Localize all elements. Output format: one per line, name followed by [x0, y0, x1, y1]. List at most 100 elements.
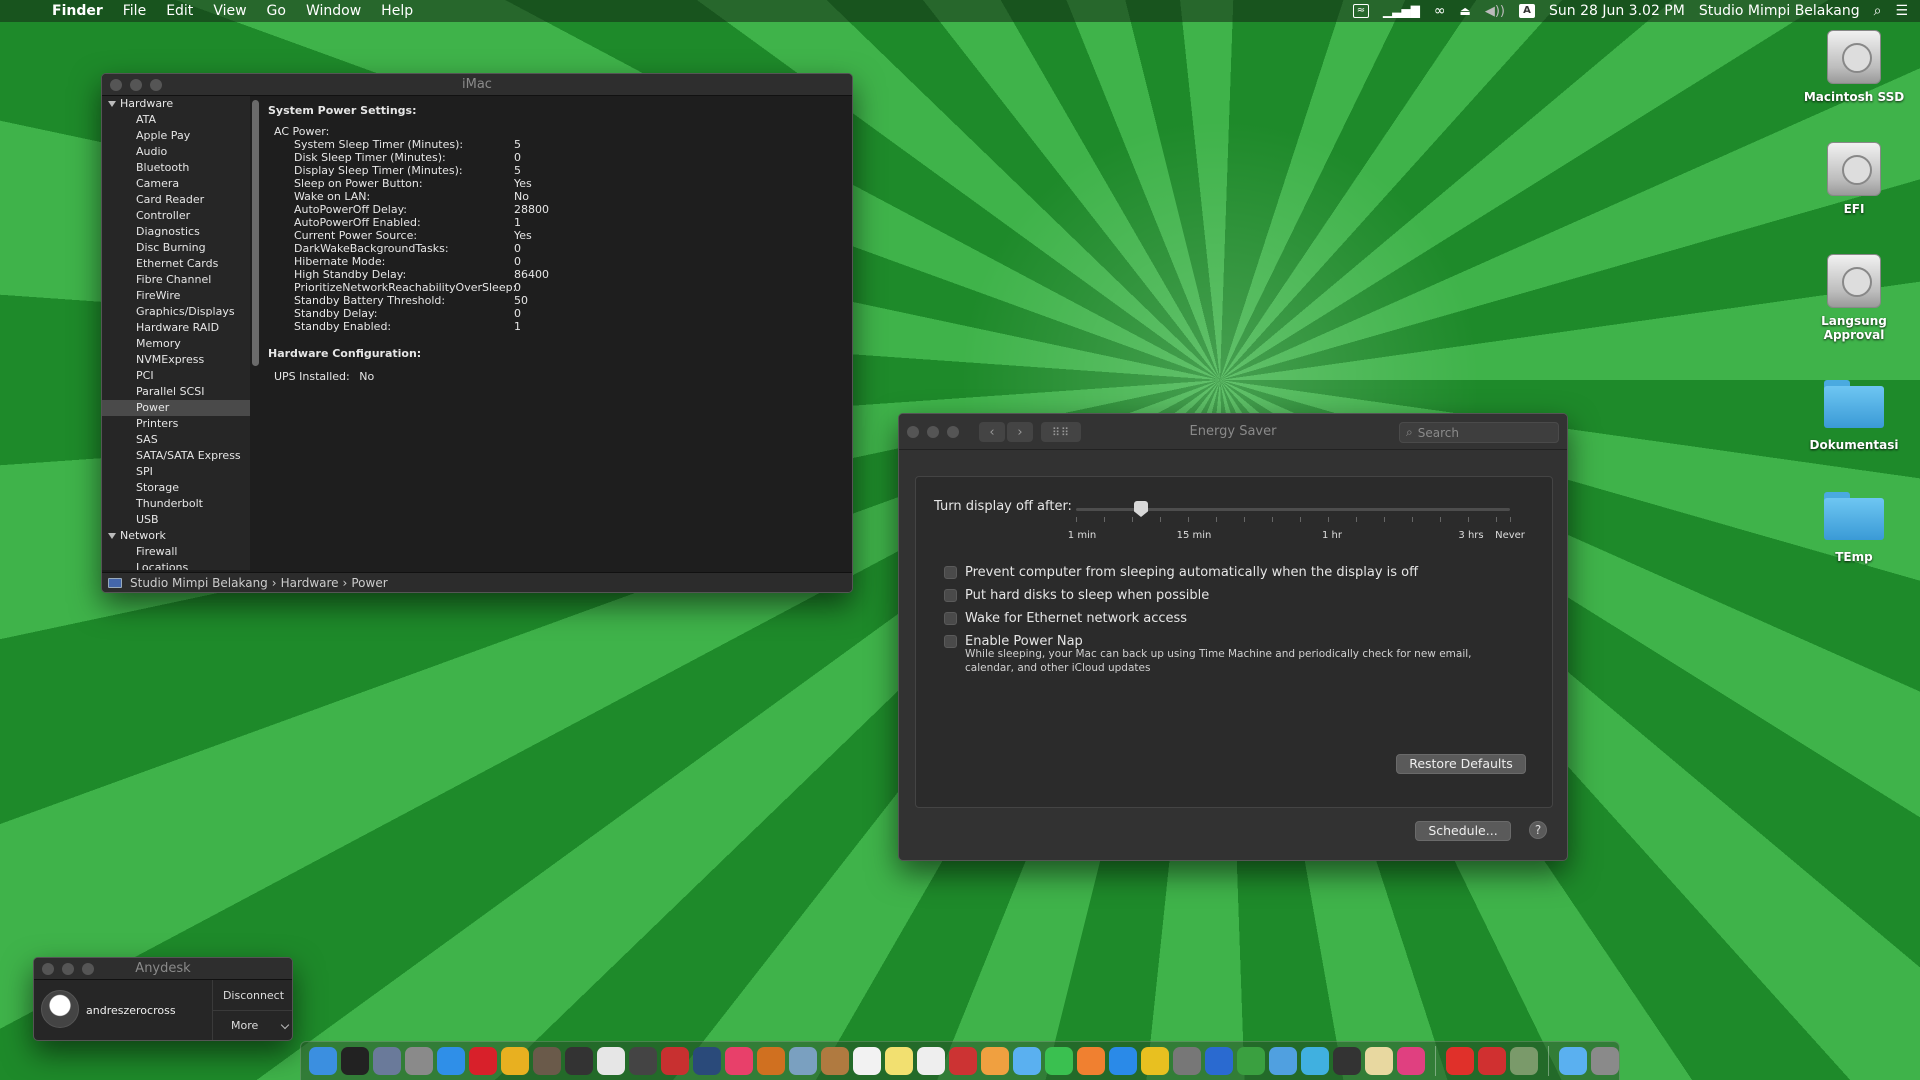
arrow-app-icon[interactable]: [661, 1047, 689, 1075]
back-chevron-icon[interactable]: ‹: [979, 422, 1005, 442]
sidebar-item-firewire[interactable]: FireWire: [102, 288, 250, 304]
help-button[interactable]: ?: [1529, 821, 1547, 839]
sidebar-item-spi[interactable]: SPI: [102, 464, 250, 480]
safari-icon[interactable]: [437, 1047, 465, 1075]
sidebar-item-ata[interactable]: ATA: [102, 112, 250, 128]
close-button[interactable]: [42, 962, 54, 975]
checkbox-power-nap[interactable]: [944, 635, 957, 648]
menu-window[interactable]: Window: [306, 3, 361, 19]
more-dropdown[interactable]: More: [213, 1011, 292, 1040]
pyramid-app-icon[interactable]: [1510, 1047, 1538, 1075]
menu-help[interactable]: Help: [381, 3, 413, 19]
finder-icon[interactable]: [309, 1047, 337, 1075]
sidebar-item-audio[interactable]: Audio: [102, 144, 250, 160]
sidebar-item-diagnostics[interactable]: Diagnostics: [102, 224, 250, 240]
window-titlebar[interactable]: iMac: [102, 74, 852, 96]
activity-monitor-icon[interactable]: ≈: [1352, 4, 1369, 18]
stickies-icon[interactable]: [885, 1047, 913, 1075]
downloads-icon[interactable]: [1559, 1047, 1587, 1075]
close-button[interactable]: [110, 78, 122, 91]
archive-icon[interactable]: [1365, 1047, 1393, 1075]
zoom-button[interactable]: [150, 78, 162, 91]
notification-center-icon[interactable]: ☰: [1895, 3, 1908, 19]
app-store-icon[interactable]: [1109, 1047, 1137, 1075]
utility-blue-icon[interactable]: [1205, 1047, 1233, 1075]
minimize-button[interactable]: [62, 962, 74, 975]
sidebar-item-graphics-displays[interactable]: Graphics/Displays: [102, 304, 250, 320]
signal-icon[interactable]: ▁▃▅▇: [1383, 4, 1420, 18]
sidebar-item-nvmexpress[interactable]: NVMExpress: [102, 352, 250, 368]
sidebar-item-thunderbolt[interactable]: Thunderbolt: [102, 496, 250, 512]
minimize-button[interactable]: [927, 425, 939, 438]
sidebar-item-ethernet-cards[interactable]: Ethernet Cards: [102, 256, 250, 272]
text-edit-icon[interactable]: [917, 1047, 945, 1075]
sidebar-item-disc-burning[interactable]: Disc Burning: [102, 240, 250, 256]
path-item-hardware[interactable]: Hardware: [281, 576, 339, 590]
checkbox-prevent-sleep[interactable]: [944, 566, 957, 579]
sidebar-item-card-reader[interactable]: Card Reader: [102, 192, 250, 208]
checkbox-disk-sleep-row[interactable]: Put hard disks to sleep when possible: [944, 588, 1209, 603]
sidebar-item-parallel-scsi[interactable]: Parallel SCSI: [102, 384, 250, 400]
menu-go[interactable]: Go: [267, 3, 286, 19]
path-item-power[interactable]: Power: [351, 576, 387, 590]
sidebar-item-bluetooth[interactable]: Bluetooth: [102, 160, 250, 176]
checkbox-prevent-sleep-row[interactable]: Prevent computer from sleeping automatic…: [944, 565, 1418, 580]
sidebar-item-locations[interactable]: Locations: [102, 560, 250, 570]
sidebar-item-camera[interactable]: Camera: [102, 176, 250, 192]
network-app-icon[interactable]: [1301, 1047, 1329, 1075]
desktop-icon-temp[interactable]: TEmp: [1794, 488, 1914, 564]
sidebar-item-memory[interactable]: Memory: [102, 336, 250, 352]
sidebar-item-sata-sata-express[interactable]: SATA/SATA Express: [102, 448, 250, 464]
desktop-icon-efi[interactable]: EFI: [1794, 142, 1914, 216]
chrome-icon[interactable]: [501, 1047, 529, 1075]
creative-cloud-icon[interactable]: ∞: [1434, 3, 1446, 19]
zoom-button[interactable]: [947, 425, 959, 438]
clapper-icon[interactable]: [1333, 1047, 1361, 1075]
disconnect-button[interactable]: Disconnect: [213, 980, 292, 1011]
desktop-icon-macintosh-ssd[interactable]: Macintosh SSD: [1794, 30, 1914, 104]
sidebar-item-usb[interactable]: USB: [102, 512, 250, 528]
checkbox-disk-sleep[interactable]: [944, 589, 957, 602]
browser-icon[interactable]: [597, 1047, 625, 1075]
search-field[interactable]: ⌕ Search: [1399, 422, 1559, 443]
zoom-button[interactable]: [82, 962, 94, 975]
user-name[interactable]: Studio Mimpi Belakang: [1699, 3, 1860, 19]
books-icon[interactable]: [1077, 1047, 1105, 1075]
photos-icon[interactable]: [981, 1047, 1009, 1075]
mountain-app-icon[interactable]: [757, 1047, 785, 1075]
menu-edit[interactable]: Edit: [166, 3, 193, 19]
forward-chevron-icon[interactable]: ›: [1007, 422, 1033, 442]
show-all-grid-icon[interactable]: ⠿⠿: [1041, 422, 1081, 442]
sidebar-item-storage[interactable]: Storage: [102, 480, 250, 496]
live-icon[interactable]: [565, 1047, 593, 1075]
eject-icon[interactable]: ⏏: [1460, 4, 1471, 18]
cloud-app-icon[interactable]: [1237, 1047, 1265, 1075]
sound-app-icon[interactable]: [693, 1047, 721, 1075]
menu-view[interactable]: View: [213, 3, 246, 19]
sidebar-item-pci[interactable]: PCI: [102, 368, 250, 384]
disk-utility-icon[interactable]: [629, 1047, 657, 1075]
display-sleep-slider-thumb[interactable]: [1134, 501, 1148, 517]
notes-book-icon[interactable]: [821, 1047, 849, 1075]
sidebar-scrollbar[interactable]: [252, 100, 259, 366]
trash-icon[interactable]: [1591, 1047, 1619, 1075]
calendar-icon[interactable]: [853, 1047, 881, 1075]
desktop-icon-langsung-approval[interactable]: Langsung Approval: [1794, 254, 1914, 342]
sidebar-item-apple-pay[interactable]: Apple Pay: [102, 128, 250, 144]
sidebar-item-printers[interactable]: Printers: [102, 416, 250, 432]
facetime-icon[interactable]: [1045, 1047, 1073, 1075]
menu-file[interactable]: File: [123, 3, 146, 19]
norton-icon[interactable]: [1141, 1047, 1169, 1075]
sidebar-item-sas[interactable]: SAS: [102, 432, 250, 448]
photo-booth-icon[interactable]: [949, 1047, 977, 1075]
clock[interactable]: Sun 28 Jun 3.02 PM: [1549, 3, 1685, 19]
restore-defaults-button[interactable]: Restore Defaults: [1396, 754, 1526, 774]
photo-editor-icon[interactable]: [533, 1047, 561, 1075]
sidebar-item-hardware[interactable]: Hardware: [102, 96, 250, 112]
sidebar-item-firewall[interactable]: Firewall: [102, 544, 250, 560]
window-titlebar[interactable]: Anydesk: [34, 958, 292, 980]
opera-icon[interactable]: [469, 1047, 497, 1075]
checkbox-wake-ethernet-row[interactable]: Wake for Ethernet network access: [944, 611, 1187, 626]
messages-icon[interactable]: [1013, 1047, 1041, 1075]
minimize-button[interactable]: [130, 78, 142, 91]
